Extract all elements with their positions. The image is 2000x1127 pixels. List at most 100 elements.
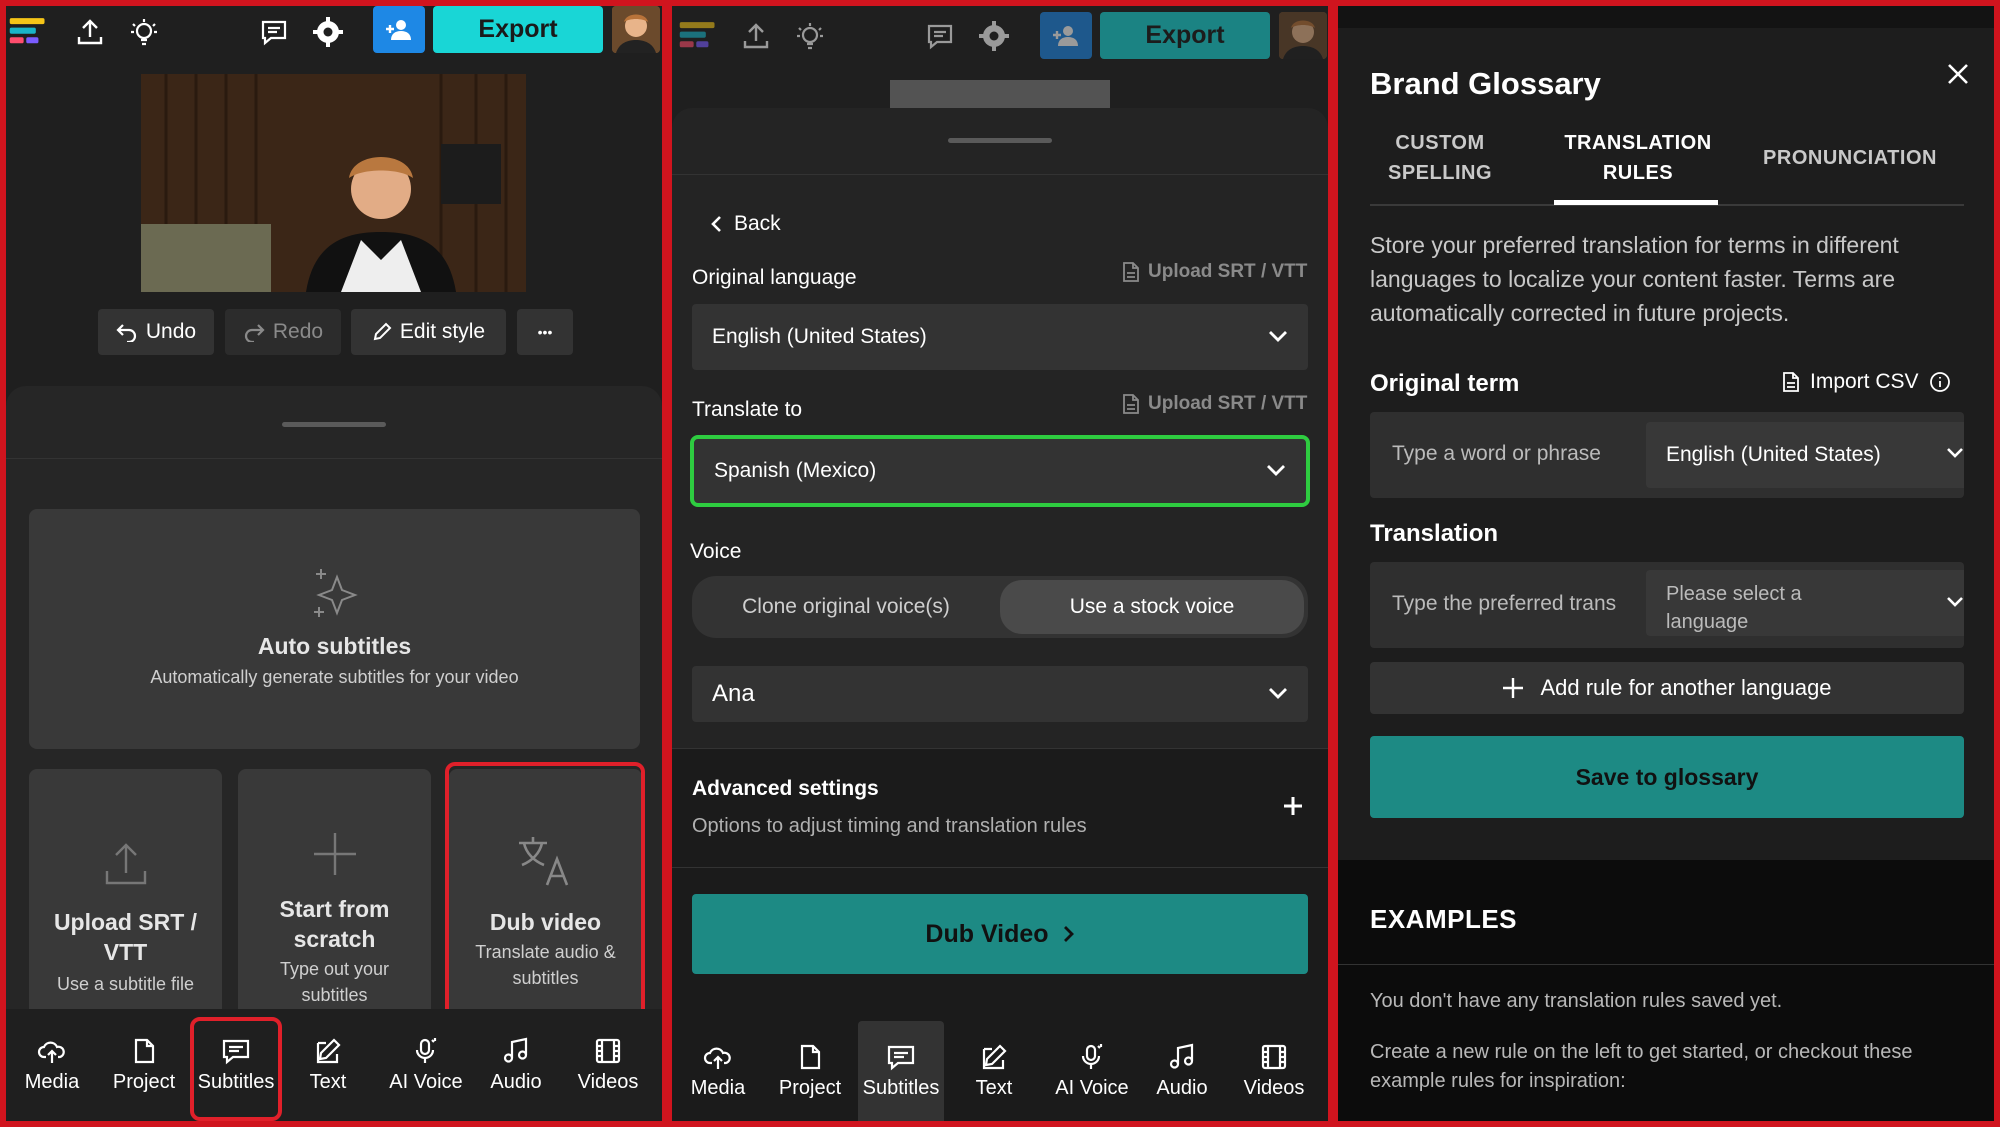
- file-icon: [797, 1043, 823, 1071]
- upload-srt-translation-link[interactable]: Upload SRT / VTT: [1122, 393, 1307, 415]
- nav-text[interactable]: Text: [286, 1009, 370, 1121]
- tab-pronunciation[interactable]: PRONUNCIATION: [1750, 143, 1950, 173]
- plus-icon: [310, 829, 360, 879]
- film-icon: [1260, 1043, 1288, 1071]
- add-rule-label: Add rule for another language: [1540, 675, 1831, 701]
- edit-style-label: Edit style: [400, 320, 485, 344]
- close-icon[interactable]: [1944, 60, 1972, 88]
- nav-videos[interactable]: Videos: [566, 1009, 650, 1121]
- sheet-handle[interactable]: [948, 138, 1052, 143]
- nav-label: Videos: [578, 1071, 639, 1094]
- start-from-scratch-card[interactable]: Start from scratch Type out your subtitl…: [238, 769, 431, 1024]
- translation-language-select[interactable]: Please select a language: [1646, 570, 1964, 636]
- nav-label: Audio: [1156, 1077, 1207, 1100]
- clone-voice-option[interactable]: Clone original voice(s): [696, 580, 996, 634]
- more-options-button[interactable]: •••: [517, 309, 573, 355]
- tab-label: CUSTOM: [1370, 128, 1510, 158]
- advanced-settings-row[interactable]: Advanced settings Options to adjust timi…: [672, 748, 1328, 868]
- avatar[interactable]: [1279, 12, 1327, 59]
- dub-video-highlight: [445, 762, 645, 1024]
- invite-user-button[interactable]: [1040, 12, 1092, 59]
- video-preview[interactable]: [141, 74, 526, 292]
- cloud-upload-icon: [703, 1043, 733, 1071]
- auto-subtitles-card[interactable]: Auto subtitles Automatically generate su…: [29, 509, 640, 749]
- back-button[interactable]: Back: [710, 212, 781, 236]
- translation-input[interactable]: Type the preferred trans: [1392, 592, 1636, 616]
- redo-button[interactable]: Redo: [225, 309, 341, 355]
- pencil-icon: [372, 322, 392, 342]
- glossary-description: Store your preferred translation for ter…: [1370, 228, 1970, 330]
- voice-select[interactable]: Ana: [692, 666, 1308, 722]
- translate-to-select[interactable]: Spanish (Mexico): [690, 435, 1310, 507]
- upload-icon[interactable]: [736, 16, 776, 56]
- brand-glossary-screen: Brand Glossary CUSTOM SPELLING TRANSLATI…: [1338, 6, 1994, 1121]
- lightbulb-icon[interactable]: [124, 12, 164, 52]
- bottom-nav: Media Project Subtitles Text AI Voice Au…: [672, 1021, 1328, 1121]
- comment-icon[interactable]: [254, 12, 294, 52]
- chevron-down-icon: [1946, 447, 1964, 459]
- tab-label: RULES: [1556, 158, 1720, 188]
- invite-user-button[interactable]: [373, 6, 425, 53]
- bottom-nav: Media Project Subtitles Text AI Voice Au…: [6, 1009, 662, 1121]
- auto-subtitles-subtitle: Automatically generate subtitles for you…: [29, 664, 640, 690]
- microphone-icon: [1078, 1043, 1106, 1071]
- logo-icon[interactable]: [8, 12, 48, 52]
- gear-icon[interactable]: [974, 16, 1014, 56]
- export-button[interactable]: Export: [433, 6, 603, 53]
- microphone-icon: [412, 1037, 440, 1065]
- nav-label: AI Voice: [1055, 1077, 1128, 1100]
- nav-media[interactable]: Media: [676, 1021, 760, 1121]
- original-language-select[interactable]: English (United States): [692, 304, 1308, 370]
- start-from-scratch-title: Start from scratch: [248, 894, 421, 954]
- original-term-input[interactable]: Type a word or phrase: [1392, 442, 1612, 466]
- import-csv-label: Import CSV: [1810, 370, 1919, 394]
- nav-label: Audio: [490, 1071, 541, 1094]
- edit-icon: [980, 1043, 1008, 1071]
- export-button[interactable]: Export: [1100, 12, 1270, 59]
- avatar[interactable]: [612, 6, 660, 53]
- nav-project[interactable]: Project: [102, 1009, 186, 1121]
- file-icon: [1122, 261, 1140, 283]
- undo-icon: [116, 322, 138, 342]
- nav-videos[interactable]: Videos: [1232, 1021, 1316, 1121]
- save-to-glossary-button[interactable]: Save to glossary: [1370, 736, 1964, 818]
- chevron-right-icon: [1063, 925, 1075, 943]
- nav-subtitles[interactable]: Subtitles: [858, 1021, 944, 1121]
- comment-icon[interactable]: [920, 16, 960, 56]
- nav-label: Media: [691, 1077, 745, 1100]
- upload-srt-card[interactable]: Upload SRT / VTT Use a subtitle file: [29, 769, 222, 1024]
- tab-translation-rules[interactable]: TRANSLATION RULES: [1556, 128, 1720, 188]
- gear-icon[interactable]: [308, 12, 348, 52]
- stock-voice-option[interactable]: Use a stock voice: [1000, 580, 1304, 634]
- edit-icon: [314, 1037, 342, 1065]
- nav-label: Project: [779, 1077, 841, 1100]
- nav-ai-voice[interactable]: AI Voice: [1042, 1021, 1142, 1121]
- advanced-settings-subtitle: Options to adjust timing and translation…: [692, 815, 1087, 838]
- tab-custom-spelling[interactable]: CUSTOM SPELLING: [1370, 128, 1510, 188]
- sheet-handle[interactable]: [282, 422, 386, 427]
- divider: [6, 458, 662, 459]
- undo-button[interactable]: Undo: [98, 309, 214, 355]
- nav-media[interactable]: Media: [10, 1009, 94, 1121]
- nav-audio[interactable]: Audio: [474, 1009, 558, 1121]
- chevron-down-icon: [1268, 686, 1288, 700]
- examples-divider: [1338, 964, 1994, 965]
- import-csv-link[interactable]: Import CSV: [1782, 370, 1951, 394]
- upload-icon[interactable]: [70, 12, 110, 52]
- nav-audio[interactable]: Audio: [1140, 1021, 1224, 1121]
- lightbulb-icon[interactable]: [790, 16, 830, 56]
- more-icon: •••: [538, 324, 553, 340]
- dub-sheet: Back Original language Upload SRT / VTT …: [672, 108, 1328, 1121]
- nav-project[interactable]: Project: [768, 1021, 852, 1121]
- top-bar: Export: [672, 6, 1328, 60]
- nav-label: Media: [25, 1071, 79, 1094]
- original-term-language-select[interactable]: English (United States): [1646, 422, 1964, 488]
- logo-icon[interactable]: [678, 16, 718, 56]
- edit-style-button[interactable]: Edit style: [351, 309, 506, 355]
- nav-text[interactable]: Text: [952, 1021, 1036, 1121]
- tab-label: TRANSLATION: [1556, 128, 1720, 158]
- dub-video-button[interactable]: Dub Video: [692, 894, 1308, 974]
- nav-ai-voice[interactable]: AI Voice: [376, 1009, 476, 1121]
- add-rule-button[interactable]: Add rule for another language: [1370, 662, 1964, 714]
- upload-srt-original-link[interactable]: Upload SRT / VTT: [1122, 261, 1307, 283]
